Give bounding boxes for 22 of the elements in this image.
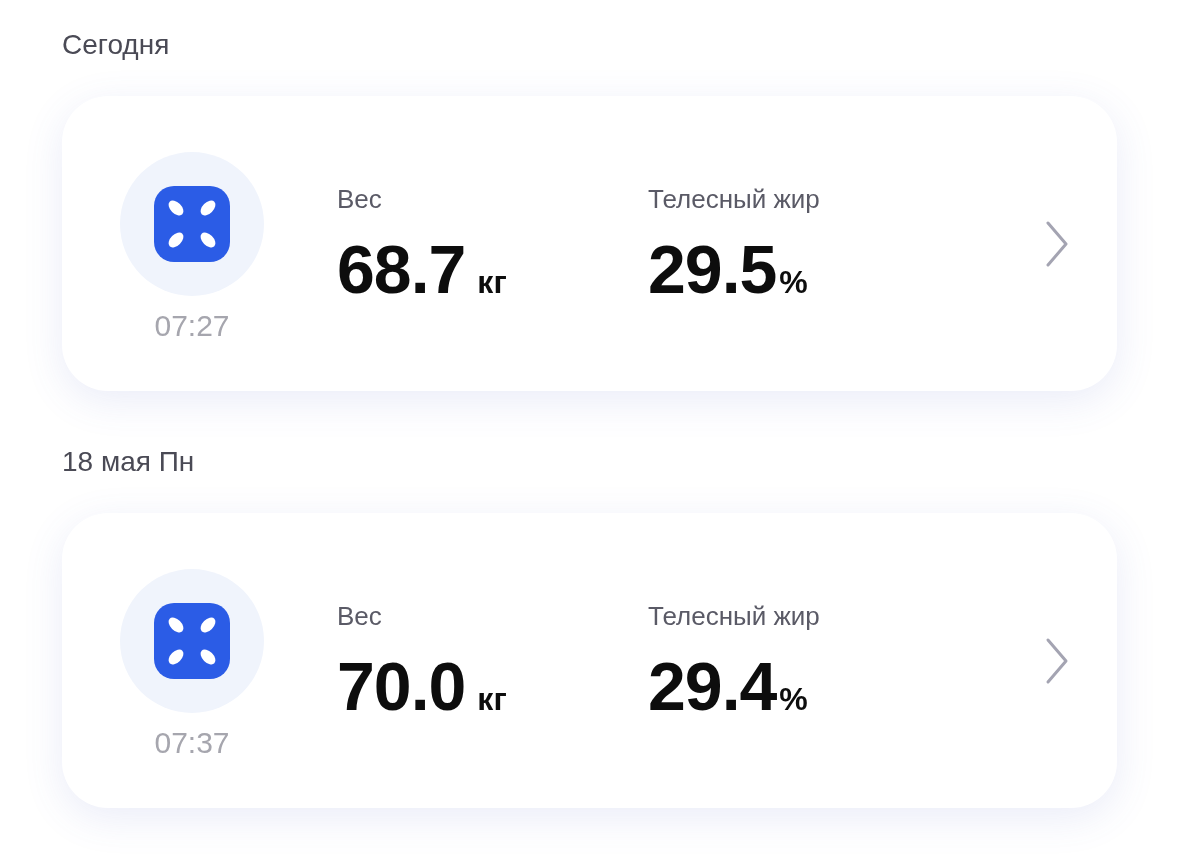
chevron-right-icon — [1045, 636, 1069, 685]
section-date: Сегодня — [62, 28, 170, 62]
record-card[interactable]: 07:27 Вес 68.7 кг Телесный жир 29.5% — [62, 96, 1117, 391]
section-date: 18 мая Пн — [62, 445, 195, 479]
chevron-right-icon — [1045, 219, 1069, 268]
metric-unit: % — [779, 680, 808, 717]
metric-label: Телесный жир — [648, 182, 820, 215]
metric-unit: кг — [477, 263, 507, 300]
metric-value: 70.0 — [337, 649, 466, 722]
metric-label: Телесный жир — [648, 599, 820, 632]
metric-unit: кг — [477, 680, 507, 717]
metric-value: 29.4 — [648, 649, 777, 722]
scale-icon — [120, 151, 264, 296]
metric-value: 29.5 — [648, 232, 777, 305]
metric-unit: % — [779, 263, 808, 300]
record-card[interactable]: 07:37 Вес 70.0 кг Телесный жир 29.4% — [62, 513, 1117, 808]
scale-icon — [120, 568, 264, 713]
record-time: 07:37 — [154, 724, 230, 761]
metric-label: Вес — [337, 182, 382, 215]
record-time: 07:27 — [154, 307, 230, 344]
metric-value: 68.7 — [337, 232, 466, 305]
metric-label: Вес — [337, 599, 382, 632]
